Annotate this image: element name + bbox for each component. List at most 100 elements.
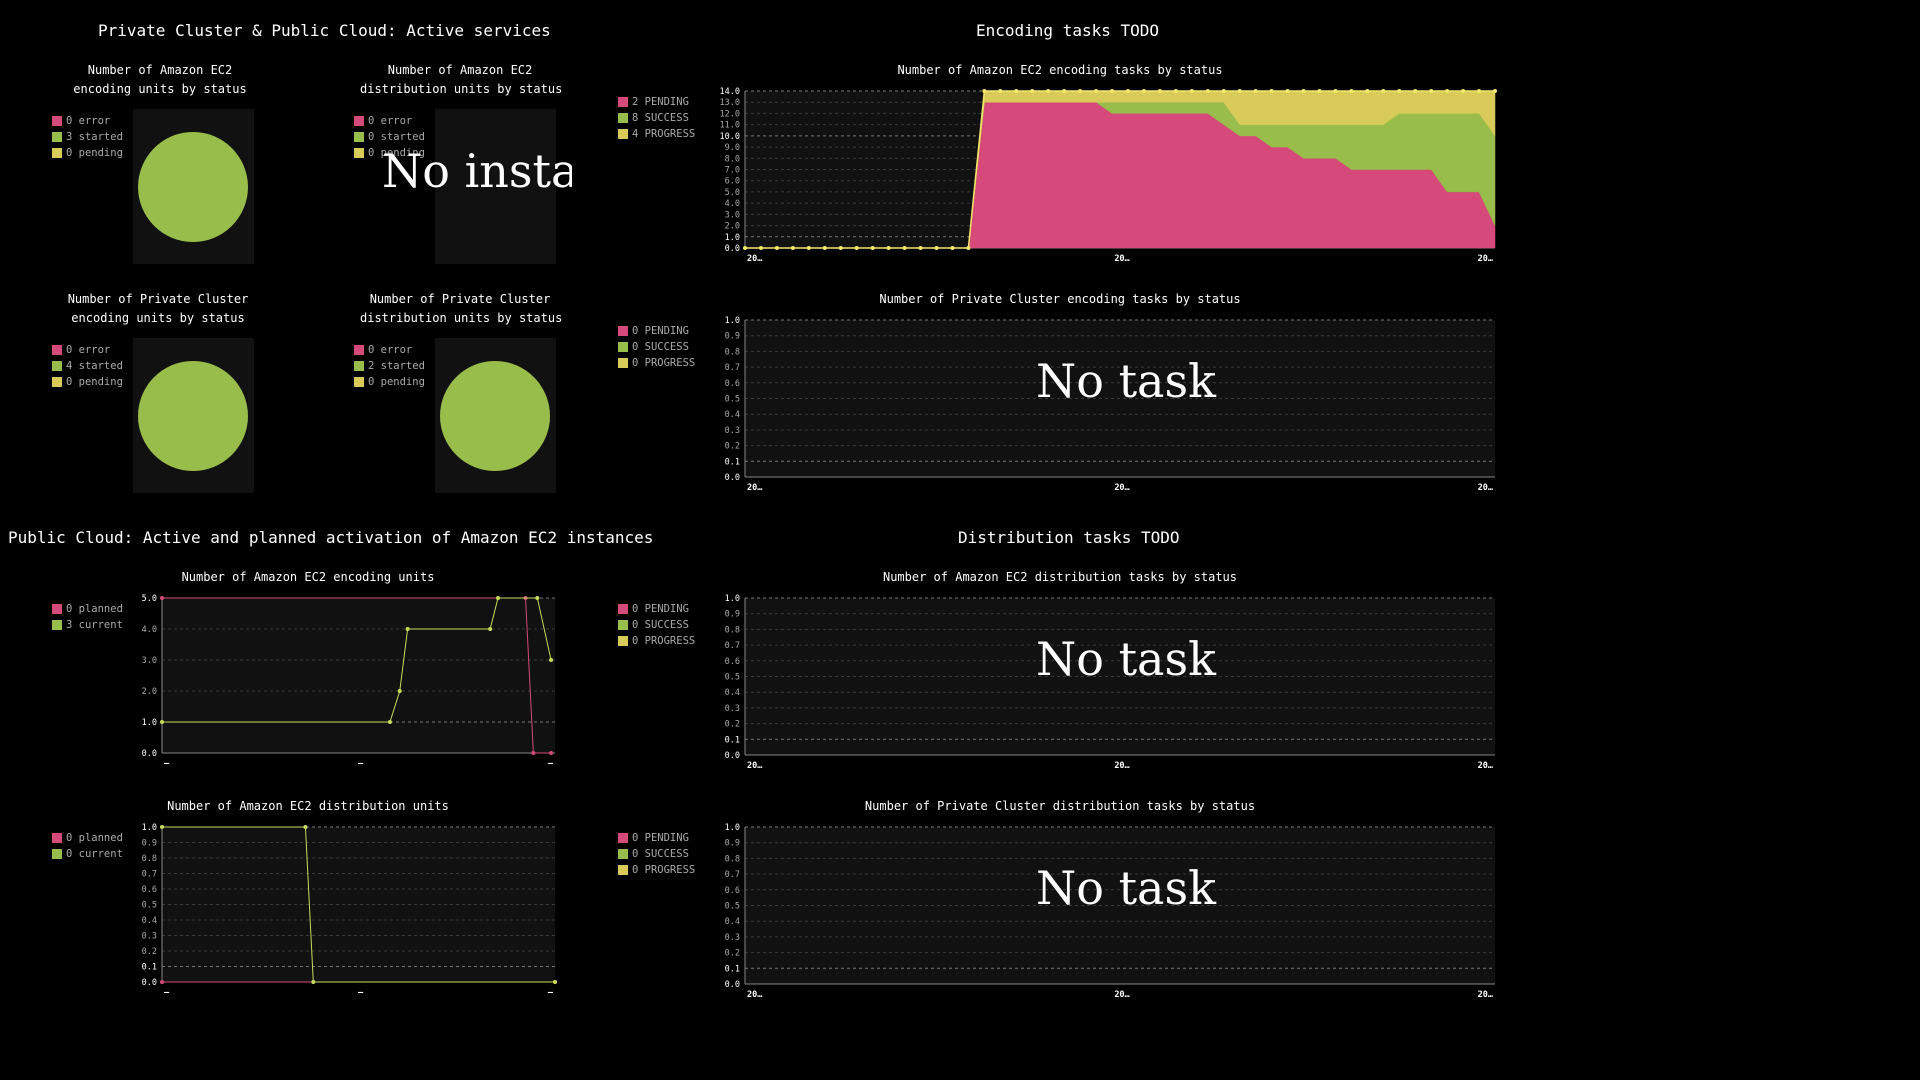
ec2-enc-units-title: Number of Amazon EC2 encoding units xyxy=(181,570,435,584)
legend-label: 0 pending xyxy=(66,147,123,159)
legend-label: 0 PROGRESS xyxy=(632,635,696,647)
data-point xyxy=(1141,89,1146,93)
y-tick-label: 0.2 xyxy=(725,720,740,730)
y-tick-label: 8.0 xyxy=(725,154,740,164)
y-tick-label: 0.9 xyxy=(725,839,740,849)
legend-item-started[interactable]: 2 started xyxy=(354,358,425,374)
pie-pc-encoding-legend: 0 error 4 started 0 pending xyxy=(52,342,123,390)
legend-item-success[interactable]: 0 SUCCESS xyxy=(618,846,695,862)
legend-item-pending[interactable]: 0 PENDING xyxy=(618,323,695,339)
legend-item-pending[interactable]: 0 PENDING xyxy=(618,601,695,617)
y-tick-label: 0.0 xyxy=(725,980,740,990)
data-point xyxy=(1062,89,1067,93)
legend-label: 0 PROGRESS xyxy=(632,357,696,369)
no-instance-message: No instance xyxy=(382,144,572,198)
legend-item-pending[interactable]: 0 pending xyxy=(52,374,123,390)
title-line: distribution units by status xyxy=(360,82,563,96)
y-tick-label: 0.6 xyxy=(725,657,740,667)
y-tick-label: 0.3 xyxy=(725,426,740,436)
data-point xyxy=(790,246,795,250)
legend-item-success[interactable]: 0 SUCCESS xyxy=(618,617,695,633)
x-tick-label: 20… xyxy=(1478,990,1493,1000)
x-tick-label: 20… xyxy=(1114,990,1129,1000)
data-point xyxy=(1014,89,1019,93)
data-point-planned xyxy=(549,751,554,755)
legend-item-started[interactable]: 3 started xyxy=(52,129,123,145)
data-point xyxy=(934,246,939,250)
y-tick-label: 0.4 xyxy=(142,916,157,926)
swatch-icon xyxy=(618,326,628,336)
x-tick-label: 20… xyxy=(1478,761,1493,771)
pie-pc-distribution-panel xyxy=(435,338,556,493)
swatch-icon xyxy=(354,361,364,371)
y-tick-label: 0.4 xyxy=(725,410,740,420)
swatch-icon xyxy=(354,116,364,126)
data-point xyxy=(806,246,811,250)
y-tick-label: 0.8 xyxy=(725,625,740,635)
y-tick-label: 0.6 xyxy=(142,885,157,895)
legend-item-pending[interactable]: 0 PENDING xyxy=(618,830,695,846)
x-tick-label: 20… xyxy=(1114,254,1129,264)
x-tick-label: – xyxy=(164,759,170,769)
legend-item-pending[interactable]: 2 PENDING xyxy=(618,94,695,110)
pie-pc-encoding-title: Number of Private Cluster encoding units… xyxy=(58,290,258,328)
y-tick-label: 0.4 xyxy=(725,917,740,927)
pie-pc-distribution-legend: 0 error 2 started 0 pending xyxy=(354,342,425,390)
title-line: encoding units by status xyxy=(73,82,247,96)
data-point-planned xyxy=(160,596,164,600)
legend-label: 0 error xyxy=(368,115,413,127)
legend-item-progress[interactable]: 0 PROGRESS xyxy=(618,355,695,371)
swatch-icon xyxy=(618,620,628,630)
legend-item-started[interactable]: 4 started xyxy=(52,358,123,374)
legend-item-progress[interactable]: 4 PROGRESS xyxy=(618,126,695,142)
legend-item-error[interactable]: 0 error xyxy=(52,342,123,358)
data-point xyxy=(1317,89,1322,93)
data-point xyxy=(950,246,955,250)
data-point xyxy=(1253,89,1258,93)
pie-slice-started[interactable] xyxy=(440,361,550,471)
legend-item-error[interactable]: 0 error xyxy=(354,342,425,358)
y-tick-label: 0.7 xyxy=(725,363,740,373)
pc-enc-tasks-title: Number of Private Cluster encoding tasks… xyxy=(879,292,1241,306)
no-task-message: No task xyxy=(1036,354,1216,408)
no-task-message: No task xyxy=(1036,861,1216,915)
legend-label: 0 PENDING xyxy=(632,603,689,615)
data-point-current xyxy=(311,980,316,984)
data-point xyxy=(870,246,875,250)
ec2-dist-tasks-legend: 0 PENDING 0 SUCCESS 0 PROGRESS xyxy=(618,601,695,649)
legend-item-success[interactable]: 8 SUCCESS xyxy=(618,110,695,126)
legend-item-progress[interactable]: 0 PROGRESS xyxy=(618,862,695,878)
legend-item-pending[interactable]: 0 pending xyxy=(52,145,123,161)
title-line: distribution units by status xyxy=(360,311,563,325)
y-tick-label: 0.0 xyxy=(142,749,157,759)
y-tick-label: 0.3 xyxy=(725,933,740,943)
legend-item-error[interactable]: 0 error xyxy=(52,113,123,129)
legend-item-pending[interactable]: 0 pending xyxy=(354,374,425,390)
data-point-planned xyxy=(531,751,536,755)
legend-label: 2 PENDING xyxy=(632,96,689,108)
y-tick-label: 0.6 xyxy=(725,379,740,389)
pie-slice-started[interactable] xyxy=(138,132,248,242)
legend-item-error[interactable]: 0 error xyxy=(354,113,425,129)
x-tick-label: 20… xyxy=(747,761,762,771)
swatch-icon xyxy=(52,620,62,630)
pc-dist-tasks-title: Number of Private Cluster distribution t… xyxy=(864,799,1256,813)
x-tick-label: – xyxy=(164,988,170,998)
y-tick-label: 0.9 xyxy=(142,839,157,849)
y-tick-label: 0.8 xyxy=(142,854,157,864)
legend-label: 0 pending xyxy=(66,376,123,388)
data-point xyxy=(1046,89,1051,93)
swatch-icon xyxy=(52,132,62,142)
pie-slice-started[interactable] xyxy=(138,361,248,471)
data-point xyxy=(918,246,923,250)
ec2-enc-tasks-legend: 2 PENDING 8 SUCCESS 4 PROGRESS xyxy=(618,94,695,142)
legend-item-success[interactable]: 0 SUCCESS xyxy=(618,339,695,355)
legend-item-progress[interactable]: 0 PROGRESS xyxy=(618,633,695,649)
y-tick-label: 0.4 xyxy=(725,688,740,698)
swatch-icon xyxy=(52,849,62,859)
y-tick-label: 0.5 xyxy=(725,673,740,683)
swatch-icon xyxy=(618,342,628,352)
data-point xyxy=(902,246,907,250)
y-tick-label: 3.0 xyxy=(142,656,157,666)
pc-enc-tasks-legend: 0 PENDING 0 SUCCESS 0 PROGRESS xyxy=(618,323,695,371)
